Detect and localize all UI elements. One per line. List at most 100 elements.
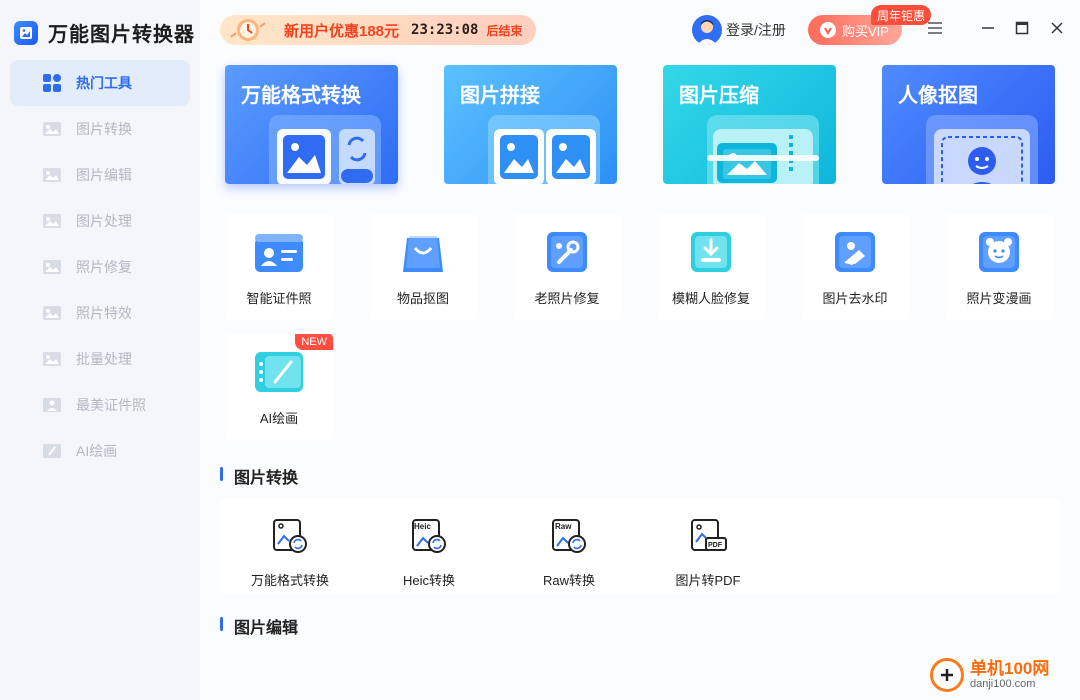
watermark-name: 单机100网 — [970, 658, 1050, 678]
maximize-button[interactable] — [1009, 17, 1035, 43]
sidebar-item-label: 图片编辑 — [76, 167, 132, 183]
tool-remove-watermark[interactable]: 图片去水印 — [801, 214, 909, 320]
image-stitch-icon — [488, 115, 600, 184]
id-photo-icon — [42, 396, 62, 414]
sidebar-item-label: 图片转换 — [76, 121, 132, 137]
sidebar: 万能图片转换器 热门工具 图片转换 图片编辑 图片处理 照片修复 照片特效 批量… — [0, 0, 200, 700]
tool-smart-id-photo[interactable]: 智能证件照 — [225, 214, 333, 320]
promo-text: 新用户优惠188元 — [284, 22, 400, 40]
tool-label: 模糊人脸修复 — [671, 291, 750, 306]
promo-end-text: 后结束 — [486, 23, 523, 38]
vip-heart-icon — [820, 22, 836, 38]
promo-timer: 23:23:08 — [411, 22, 479, 38]
feature-card-format-convert[interactable]: 万能格式转换 — [225, 65, 398, 184]
tool-label: 智能证件照 — [246, 291, 312, 306]
format-convert-icon — [269, 115, 381, 184]
login-label: 登录/注册 — [726, 22, 786, 38]
eraser-icon — [835, 232, 875, 272]
sidebar-item-photo-effects[interactable]: 照片特效 — [10, 290, 190, 336]
sidebar-item-image-convert[interactable]: 图片转换 — [10, 106, 190, 152]
photo-effects-icon — [42, 304, 62, 322]
tool-blur-face-repair[interactable]: 模糊人脸修复 — [657, 214, 765, 320]
ai-brush-icon — [255, 352, 303, 392]
pdf-file-icon: PDF — [691, 519, 727, 551]
app-title: 万能图片转换器 — [48, 24, 195, 46]
sidebar-item-hot-tools[interactable]: 热门工具 — [10, 60, 190, 106]
svg-text:Raw: Raw — [555, 522, 572, 531]
tool-label: AI绘画 — [259, 411, 299, 426]
raw-file-icon: Raw — [552, 519, 586, 553]
login-button[interactable]: 登录/注册 — [692, 15, 786, 45]
tool-photo-to-cartoon[interactable]: 照片变漫画 — [945, 214, 1053, 320]
convert-item-label: 图片转PDF — [675, 573, 741, 588]
sidebar-item-label: 最美证件照 — [76, 397, 146, 413]
sidebar-item-image-edit[interactable]: 图片编辑 — [10, 152, 190, 198]
feature-title: 万能格式转换 — [241, 85, 361, 107]
coupon-icon — [226, 17, 270, 43]
hamburger-icon — [927, 21, 943, 40]
brand: 万能图片转换器 — [14, 18, 195, 47]
svg-text:PDF: PDF — [708, 542, 723, 549]
image-compress-icon — [707, 115, 819, 184]
feature-card-portrait-cutout[interactable]: 人像抠图 — [882, 65, 1055, 184]
format-convert-icon — [273, 519, 307, 553]
section-title-image-convert: 图片转换 — [220, 464, 298, 488]
tool-label: 照片变漫画 — [966, 291, 1032, 306]
sidebar-item-id-photo[interactable]: 最美证件照 — [10, 382, 190, 428]
section-title-image-edit: 图片编辑 — [220, 614, 298, 638]
ai-painting-icon — [42, 442, 62, 460]
close-icon — [1050, 21, 1064, 40]
new-badge: NEW — [295, 334, 333, 350]
sidebar-item-label: AI绘画 — [76, 443, 118, 459]
image-convert-icon — [42, 120, 62, 138]
app-logo-icon — [14, 20, 38, 45]
avatar — [692, 15, 722, 45]
sidebar-item-ai-painting[interactable]: AI绘画 — [10, 428, 190, 474]
convert-item-raw[interactable]: Raw Raw转换 — [505, 516, 633, 589]
heic-file-icon: Heic — [412, 519, 446, 553]
sidebar-item-label: 批量处理 — [76, 351, 132, 367]
feature-title: 人像抠图 — [898, 85, 978, 107]
maximize-icon — [1015, 21, 1029, 40]
main-content: 新用户优惠188元 23:23:08 后结束 登录/注册 购买VIP 周年钜惠 … — [200, 0, 1080, 700]
convert-panel: 万能格式转换 Heic Heic转换 Raw Raw转换 PDF 图片转PDF — [220, 498, 1060, 594]
feature-title: 图片压缩 — [679, 85, 759, 107]
shopping-bag-icon — [403, 236, 443, 272]
tool-old-photo-repair[interactable]: 老照片修复 — [513, 214, 621, 320]
image-process-icon — [42, 212, 62, 230]
image-edit-icon — [42, 166, 62, 184]
convert-item-pdf[interactable]: PDF 图片转PDF — [644, 516, 772, 589]
feature-title: 图片拼接 — [460, 85, 540, 107]
convert-item-heic[interactable]: Heic Heic转换 — [365, 516, 493, 589]
tool-label: 图片去水印 — [822, 291, 888, 306]
portrait-cutout-icon — [926, 115, 1038, 184]
minimize-button[interactable] — [975, 17, 1001, 43]
watermark-url: danji100.com — [970, 678, 1036, 691]
tool-object-cutout[interactable]: 物品抠图 — [369, 214, 477, 320]
convert-item-universal[interactable]: 万能格式转换 — [226, 516, 354, 589]
cartoon-face-icon — [979, 232, 1019, 272]
sidebar-item-photo-repair[interactable]: 照片修复 — [10, 244, 190, 290]
feature-card-image-compress[interactable]: 图片压缩 — [663, 65, 836, 184]
grid-icon — [42, 74, 62, 92]
sidebar-nav: 热门工具 图片转换 图片编辑 图片处理 照片修复 照片特效 批量处理 最美证件照… — [10, 60, 190, 474]
photo-repair-icon — [42, 258, 62, 276]
feature-card-image-stitch[interactable]: 图片拼接 — [444, 65, 617, 184]
menu-button[interactable] — [922, 17, 948, 43]
tool-label: 老照片修复 — [534, 291, 600, 306]
promo-banner[interactable]: 新用户优惠188元 23:23:08 后结束 — [220, 15, 536, 45]
sidebar-item-label: 热门工具 — [76, 75, 132, 91]
svg-text:Heic: Heic — [414, 522, 431, 531]
batch-process-icon — [42, 350, 62, 368]
tool-label: 物品抠图 — [396, 291, 449, 306]
convert-item-label: Heic转换 — [402, 573, 455, 588]
convert-item-label: Raw转换 — [542, 573, 595, 588]
id-card-icon — [255, 234, 303, 272]
sidebar-item-batch-process[interactable]: 批量处理 — [10, 336, 190, 382]
minimize-icon — [981, 21, 995, 40]
face-restore-icon — [691, 232, 731, 272]
tool-ai-painting[interactable]: NEW AI绘画 — [225, 334, 333, 440]
convert-item-label: 万能格式转换 — [250, 573, 329, 588]
sidebar-item-image-process[interactable]: 图片处理 — [10, 198, 190, 244]
close-button[interactable] — [1044, 17, 1070, 43]
